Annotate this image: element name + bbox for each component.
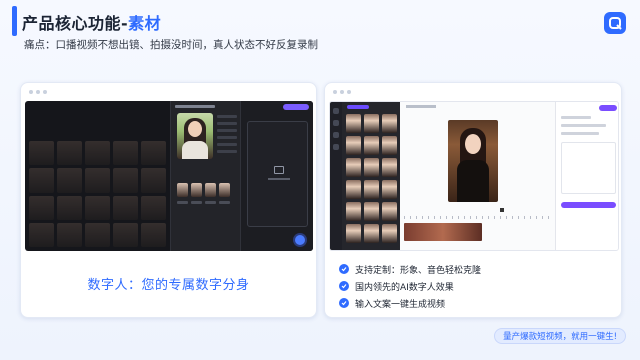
title-accent-bar — [12, 6, 17, 36]
upload-icon — [274, 166, 284, 174]
check-icon — [339, 298, 349, 308]
script-input[interactable] — [561, 142, 616, 194]
properties-panel — [555, 102, 618, 250]
check-icon — [339, 281, 349, 291]
avatar-gallery — [342, 102, 400, 250]
feature-item: 输入文案一键生成视频 — [339, 295, 481, 311]
play-icon[interactable] — [500, 208, 504, 212]
avatar-background-grid — [25, 101, 170, 251]
digital-human-caption: 数字人：您的专属数字分身 — [87, 278, 250, 293]
digital-human-card: 数字人：您的专属数字分身 — [20, 82, 317, 318]
avatar-editor-panel — [170, 101, 240, 251]
cta-badge[interactable]: 量产爆款短视频，就用一键生! — [494, 328, 626, 344]
timeline[interactable] — [404, 216, 551, 246]
avatar-portrait — [177, 113, 213, 159]
check-icon — [339, 264, 349, 274]
generate-button[interactable] — [283, 104, 309, 110]
brand-logo-icon — [604, 12, 626, 34]
feature-item: 国内领先的AI数字人效果 — [339, 278, 481, 294]
editor-canvas-area — [400, 102, 555, 250]
voice-thumbnails — [177, 183, 230, 197]
generate-video-button[interactable] — [561, 202, 616, 208]
editor-sidebar — [330, 102, 342, 250]
upload-dropzone[interactable] — [247, 121, 308, 227]
timeline-clip[interactable] — [404, 223, 482, 241]
page-subtitle: 痛点：口播视频不想出镜、拍摄没时间，真人状态不好反复录制 — [24, 39, 318, 51]
page-title: 产品核心功能-素材 — [22, 14, 162, 33]
video-editor-card: 支持定制：形象、音色轻松克隆 国内领先的AI数字人效果 输入文案一键生成视频 — [324, 82, 622, 318]
export-button[interactable] — [599, 105, 617, 111]
video-preview — [448, 120, 498, 202]
window-dots — [29, 90, 47, 94]
feature-list: 支持定制：形象、音色轻松克隆 国内领先的AI数字人效果 输入文案一键生成视频 — [339, 261, 481, 312]
window-dots — [333, 90, 351, 94]
upload-panel — [240, 101, 313, 251]
feature-item: 支持定制：形象、音色轻松克隆 — [339, 261, 481, 277]
assistant-fab-icon[interactable] — [295, 235, 305, 245]
digital-human-screenshot — [25, 101, 313, 251]
video-editor-screenshot — [329, 101, 619, 251]
